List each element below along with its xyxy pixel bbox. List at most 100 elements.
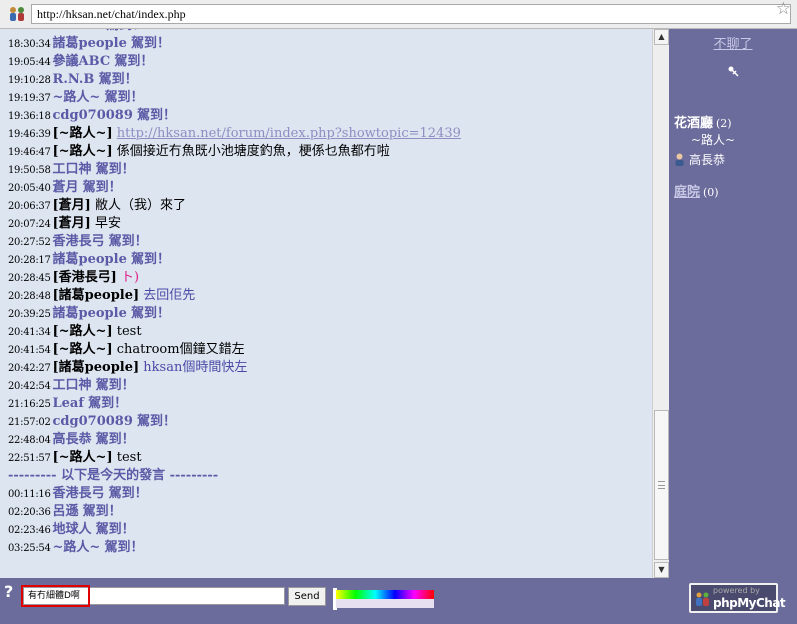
brand-name: phpMyChat xyxy=(713,596,786,610)
message-nick[interactable]: 香港長弓 xyxy=(53,234,105,249)
message-nick[interactable]: 地球人 xyxy=(53,522,92,537)
message-nick[interactable]: 諸葛people xyxy=(53,36,127,51)
color-picker[interactable] xyxy=(333,588,435,610)
message-nick[interactable]: [~路人~] xyxy=(53,342,113,357)
message-text: 駕到！ xyxy=(108,486,148,501)
message-text: 駕到！ xyxy=(131,36,171,51)
scroll-thumb[interactable] xyxy=(654,410,669,560)
message-nick[interactable]: 高長恭 xyxy=(53,432,92,447)
message-nick[interactable]: ~路人~ xyxy=(53,540,101,555)
message-nick[interactable]: [~路人~] xyxy=(53,144,113,159)
pin-icon[interactable] xyxy=(727,65,741,79)
chat-messages-panel: 18:29:43Caesar 駕到！18:30:34諸葛people 駕到！19… xyxy=(0,29,669,578)
user-avatar-icon xyxy=(675,153,684,166)
chat-message: 20:07:24 [蒼月] 早安 xyxy=(0,215,652,233)
room-user-count: (2) xyxy=(716,117,732,130)
message-time: 21:16:25 xyxy=(8,399,51,410)
message-time: 00:11:16 xyxy=(8,489,51,500)
message-text: test xyxy=(116,450,142,465)
room-item-flower-hall[interactable]: 花酒廳 (2) xyxy=(674,112,732,131)
user-item[interactable]: ~路人~ xyxy=(691,131,735,148)
chat-message: 22:51:57 [~路人~] test xyxy=(0,449,652,467)
message-text: 駕到！ xyxy=(82,180,122,195)
help-icon[interactable]: ? xyxy=(4,582,13,601)
site-favicon-icon xyxy=(10,7,24,21)
message-time: 20:28:48 xyxy=(8,291,51,302)
phpmychat-logo-icon xyxy=(696,592,709,606)
highlight-box xyxy=(21,585,90,607)
message-nick[interactable]: [香港長弓] xyxy=(53,270,117,285)
chat-message: 20:28:17 諸葛people 駕到！ xyxy=(0,251,652,269)
message-time: 20:41:54 xyxy=(8,345,51,356)
message-nick[interactable]: 香港長弓 xyxy=(53,486,105,501)
message-nick[interactable]: Leaf xyxy=(53,396,84,411)
room-item-courtyard[interactable]: 庭院 (0) xyxy=(674,181,719,200)
chat-message: 18:30:34 諸葛people 駕到！ xyxy=(0,35,652,53)
chat-message: 20:42:27 [諸葛people] hksan個時間快左 xyxy=(0,359,652,377)
message-nick[interactable]: [~路人~] xyxy=(53,450,113,465)
message-time: 20:42:27 xyxy=(8,363,51,374)
chat-message: 20:27:52 香港長弓 駕到！ xyxy=(0,233,652,251)
bookmark-star-icon[interactable]: ☆ xyxy=(776,0,791,18)
message-nick[interactable]: 參議ABC xyxy=(53,54,111,69)
message-time: 19:46:47 xyxy=(8,147,51,158)
chat-message: 21:16:25 Leaf 駕到！ xyxy=(0,395,652,413)
message-nick[interactable]: 工口神 xyxy=(53,378,92,393)
message-time: 19:10:28 xyxy=(8,75,51,86)
message-nick[interactable]: [蒼月] xyxy=(53,216,91,231)
exit-chat-link[interactable]: 不聊了 xyxy=(669,33,797,52)
message-time: 03:25:54 xyxy=(8,543,51,554)
message-time: 18:29:43 xyxy=(8,29,51,32)
message-text: 駕到！ xyxy=(114,54,154,69)
message-nick[interactable]: 工口神 xyxy=(53,162,92,177)
message-nick[interactable]: 諸葛people xyxy=(53,306,127,321)
message-time: 20:42:54 xyxy=(8,381,51,392)
message-nick[interactable]: [諸葛people] xyxy=(53,360,140,375)
message-text: 駕到！ xyxy=(106,29,145,33)
scroll-down-button[interactable]: ▼ xyxy=(654,562,669,578)
user-item[interactable]: 高長恭 xyxy=(674,151,725,168)
message-text: 駕到！ xyxy=(104,90,144,105)
message-nick[interactable]: ~路人~ xyxy=(53,90,101,105)
message-nick[interactable]: 蒼月 xyxy=(53,180,79,195)
message-time: 20:06:37 xyxy=(8,201,51,212)
message-time: 20:28:17 xyxy=(8,255,51,266)
message-text: hksan個時間快左 xyxy=(143,360,248,375)
message-nick[interactable]: [~路人~] xyxy=(53,126,113,141)
send-button[interactable]: Send xyxy=(288,587,326,606)
chat-message: 20:41:54 [~路人~] chatroom個鐘又錯左 xyxy=(0,341,652,359)
message-time: 20:39:25 xyxy=(8,309,51,320)
scroll-up-button[interactable]: ▲ xyxy=(654,29,669,45)
chat-message: 20:39:25 諸葛people 駕到！ xyxy=(0,305,652,323)
message-nick[interactable]: [蒼月] xyxy=(53,198,91,213)
chat-message: 03:25:54 ~路人~ 駕到！ xyxy=(0,539,652,557)
message-time: 19:05:44 xyxy=(8,57,51,68)
message-text: 駕到！ xyxy=(108,234,148,249)
message-time: 19:46:39 xyxy=(8,129,51,140)
chat-message: 19:19:37 ~路人~ 駕到！ xyxy=(0,89,652,107)
message-nick[interactable]: [諸葛people] xyxy=(53,288,140,303)
message-time: 20:07:24 xyxy=(8,219,51,230)
room-name: 庭院 xyxy=(674,185,701,200)
url-field[interactable]: http://hksan.net/chat/index.php xyxy=(31,4,791,24)
chat-message: 20:42:54 工口神 駕到！ xyxy=(0,377,652,395)
message-nick[interactable]: Caesar xyxy=(53,29,103,33)
message-nick[interactable]: 呂遜 xyxy=(53,504,79,519)
chat-message: 19:46:39 [~路人~] http://hksan.net/forum/in… xyxy=(0,125,652,143)
chat-scrollbar[interactable]: ▲ ▼ xyxy=(652,29,669,578)
message-nick[interactable]: cdg070089 xyxy=(53,414,133,429)
message-link[interactable]: http://hksan.net/forum/index.php?showtop… xyxy=(117,126,461,141)
chat-message: 02:23:46 地球人 駕到！ xyxy=(0,521,652,539)
color-shade-strip[interactable] xyxy=(336,599,434,608)
color-spectrum[interactable] xyxy=(336,590,434,599)
message-nick[interactable]: cdg070089 xyxy=(53,108,133,123)
phpmychat-logo[interactable]: powered by phpMyChat xyxy=(689,583,786,613)
message-nick[interactable]: R.N.B xyxy=(53,72,95,87)
message-nick[interactable]: 諸葛people xyxy=(53,252,127,267)
message-nick[interactable]: [~路人~] xyxy=(53,324,113,339)
message-time: 02:20:36 xyxy=(8,507,51,518)
chat-message: 20:28:48 [諸葛people] 去回佢先 xyxy=(0,287,652,305)
room-name: 花酒廳 xyxy=(674,116,714,131)
message-text: ト) xyxy=(120,270,140,285)
browser-address-bar: http://hksan.net/chat/index.php ☆ xyxy=(0,0,797,29)
